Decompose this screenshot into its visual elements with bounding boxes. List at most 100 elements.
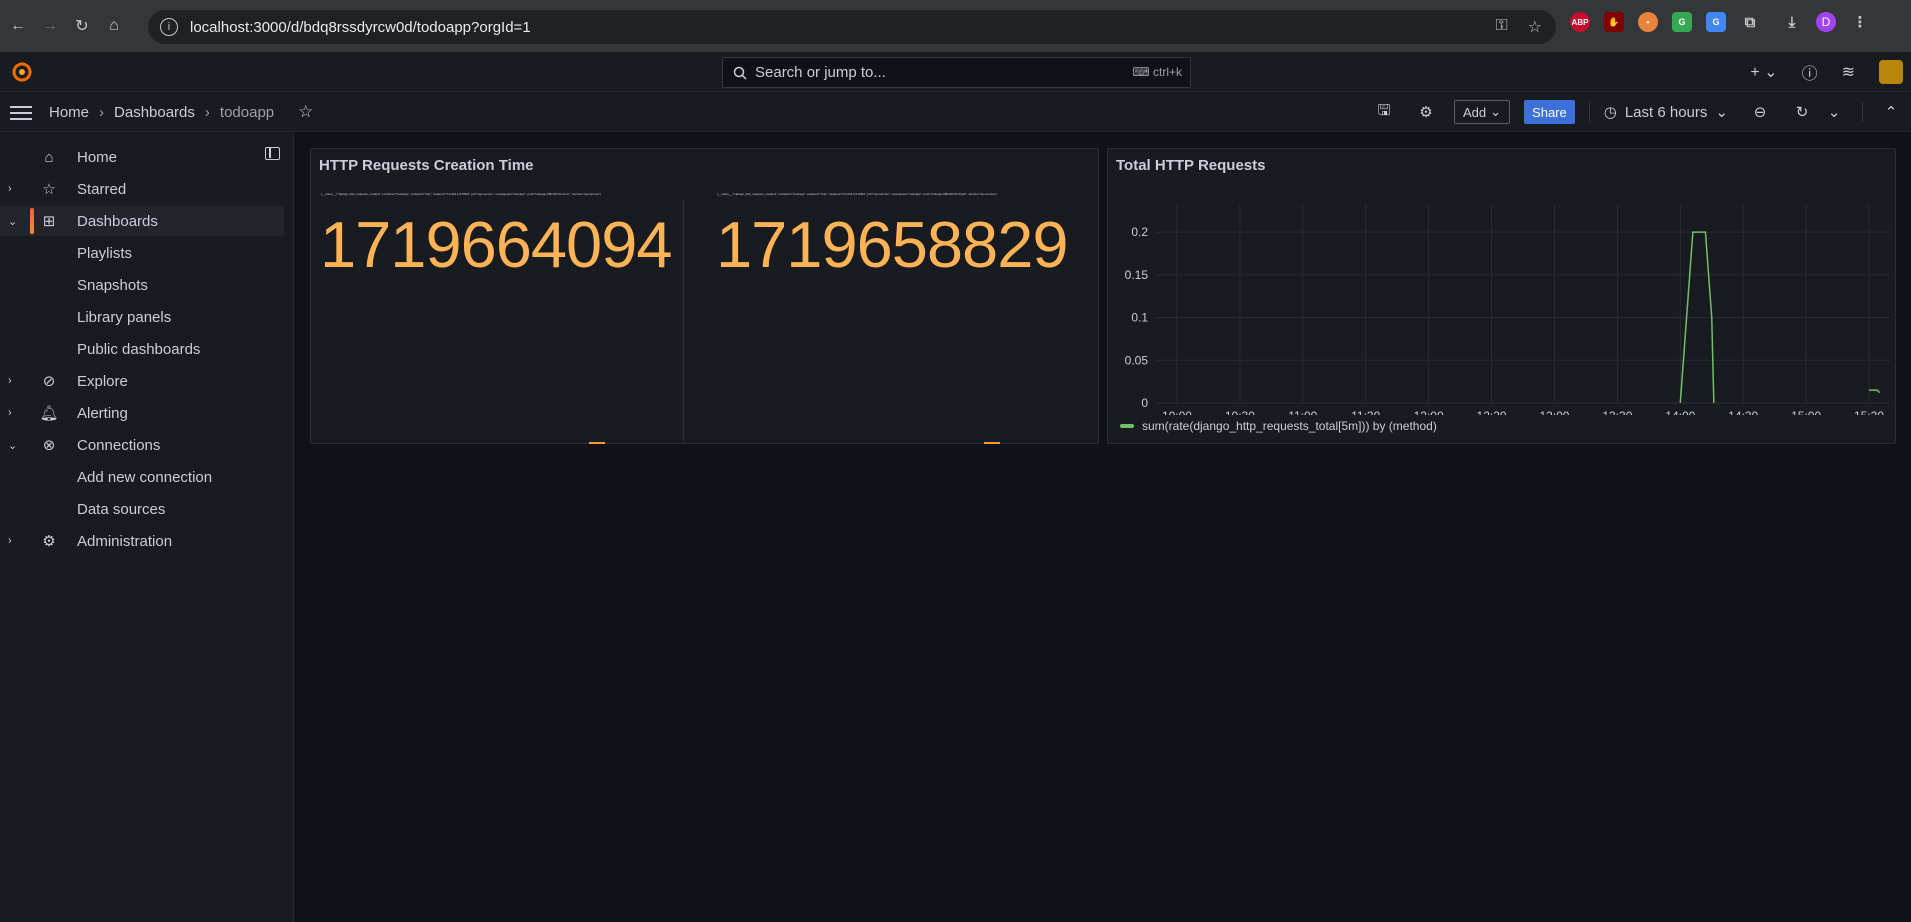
stat-series-label: {__name__="django_http_requests_created"… xyxy=(717,192,998,196)
user-avatar[interactable] xyxy=(1879,60,1903,84)
legend-label: sum(rate(django_http_requests_total[5m])… xyxy=(1142,419,1437,433)
sidebar-item-label: Snapshots xyxy=(77,276,148,294)
collapse-chevron-up-icon[interactable]: ⌃ xyxy=(1877,98,1905,126)
x-tick-label: 12:30 xyxy=(1477,409,1507,415)
download-icon[interactable]: ⤓ xyxy=(1782,12,1802,32)
grafana-top-nav: Search or jump to... ⌨ ctrl+k + ⌄ ⓘ ≋ xyxy=(0,52,1911,92)
sidebar-item-label: Home xyxy=(77,148,118,166)
search-input[interactable]: Search or jump to... ⌨ ctrl+k xyxy=(722,57,1191,88)
key-icon[interactable]: ⚿ xyxy=(1495,17,1507,37)
save-icon[interactable]: 🖫 xyxy=(1370,98,1398,126)
new-plus-icon[interactable]: + ⌄ xyxy=(1750,62,1777,82)
zoom-out-icon[interactable]: ⊖ xyxy=(1746,98,1774,126)
chevron-down-icon: ⌄ xyxy=(1490,104,1502,119)
sidebar-item-label: Alerting xyxy=(77,404,128,422)
panel-title[interactable]: Total HTTP Requests xyxy=(1116,157,1265,174)
time-range-label: Last 6 hours xyxy=(1624,103,1708,121)
refresh-icon[interactable]: ↻ xyxy=(1788,98,1816,126)
clock-icon: ◷ xyxy=(1603,104,1617,121)
menu-kebab-icon[interactable]: ⋮ xyxy=(1850,12,1870,32)
sidebar-item-dashboards[interactable]: ⌄ ⊞ Dashboards xyxy=(0,206,284,236)
sidebar-item-label: Starred xyxy=(77,180,127,198)
timeseries-panel[interactable]: Total HTTP Requests 0 0.05 0.1 0.15 0.2 10:00… xyxy=(1107,148,1896,444)
chevron-right-icon: › xyxy=(99,103,105,121)
url-text[interactable]: localhost:3000/d/bdq8rssdyrcw0d/todoapp?… xyxy=(190,19,531,36)
sidebar-item-administration[interactable]: › ⚙ Administration xyxy=(0,526,294,556)
search-shortcut: ⌨ ctrl+k xyxy=(1132,65,1182,79)
search-placeholder: Search or jump to... xyxy=(755,64,886,81)
y-tick-label: 0.1 xyxy=(1131,311,1148,325)
chart-area[interactable]: 0 0.05 0.1 0.15 0.2 10:00 10:30 11:00 11:30 12:00… xyxy=(1108,185,1897,423)
browser-toolbar: ← → ↻ ⌂ i localhost:3000/d/bdq8rssdyrcw0… xyxy=(0,0,1911,52)
address-bar[interactable]: i localhost:3000/d/bdq8rssdyrcw0d/todoap… xyxy=(148,10,1556,44)
sidebar-item-snapshots[interactable]: Snapshots xyxy=(0,270,294,300)
breadcrumb-home[interactable]: Home xyxy=(49,104,89,121)
translate-extension-icon[interactable]: G xyxy=(1706,12,1726,32)
add-button[interactable]: Add ⌄ xyxy=(1454,100,1511,124)
menu-icon[interactable] xyxy=(10,102,32,122)
sidebar-item-data-sources[interactable]: Data sources xyxy=(0,494,294,524)
sidebar-item-connections[interactable]: ⌄ ⊗ Connections xyxy=(0,430,294,460)
panel-title[interactable]: HTTP Requests Creation Time xyxy=(319,157,534,174)
link-icon: ⊗ xyxy=(42,437,56,454)
share-button[interactable]: Share xyxy=(1524,100,1575,124)
chevron-right-icon[interactable]: › xyxy=(8,535,12,547)
puzzle-icon[interactable]: ⧉ xyxy=(1740,12,1760,32)
sidebar-item-add-new-connection[interactable]: Add new connection xyxy=(0,462,294,492)
google-extension-icon[interactable]: G xyxy=(1672,12,1692,32)
grafana-logo-icon[interactable] xyxy=(10,60,34,84)
toolbar-divider xyxy=(1588,102,1590,122)
sidebar-item-explore[interactable]: › ⊘ Explore xyxy=(0,366,294,396)
chevron-right-icon[interactable]: › xyxy=(8,407,12,419)
chart-legend[interactable]: sum(rate(django_http_requests_total[5m])… xyxy=(1120,419,1437,433)
reload-icon[interactable]: ↻ xyxy=(68,12,96,40)
settings-gear-icon[interactable]: ⚙ xyxy=(1412,98,1440,126)
profile-avatar[interactable]: D xyxy=(1816,12,1836,32)
x-tick-label: 13:30 xyxy=(1602,409,1632,415)
chart[interactable]: 0 0.05 0.1 0.15 0.2 10:00 10:30 11:00 11:30 12:00… xyxy=(1108,185,1897,423)
legend-swatch xyxy=(1120,424,1134,428)
y-tick-label: 0.05 xyxy=(1125,353,1149,367)
refresh-interval-chevron-icon[interactable]: ⌄ xyxy=(1820,98,1848,126)
x-tick-label: 10:00 xyxy=(1162,409,1192,415)
abp-extension-icon[interactable]: ABP xyxy=(1570,12,1590,32)
stat-panel[interactable]: HTTP Requests Creation Time {__name__="d… xyxy=(310,148,1099,444)
chevron-down-icon[interactable]: ⌄ xyxy=(8,215,17,228)
home-browser-icon[interactable]: ⌂ xyxy=(100,12,128,40)
time-range-picker[interactable]: ◷ Last 6 hours ⌄ xyxy=(1603,103,1728,122)
sidebar-item-starred[interactable]: › ☆ Starred xyxy=(0,174,294,204)
x-tick-label: 11:00 xyxy=(1288,409,1317,415)
bookmark-star-icon[interactable]: ☆ xyxy=(1528,17,1542,37)
sidebar-item-label: Library panels xyxy=(77,308,172,326)
compass-icon: ⊘ xyxy=(42,373,56,390)
news-rss-icon[interactable]: ≋ xyxy=(1842,62,1855,82)
sidebar-item-label: Data sources xyxy=(77,500,166,518)
chevron-right-icon[interactable]: › xyxy=(8,183,12,195)
x-tick-label: 12:00 xyxy=(1414,409,1444,415)
stat-item: {__name__="django_http_requests_created"… xyxy=(707,189,1097,445)
sidebar-item-alerting[interactable]: › 🔔︎ Alerting xyxy=(0,398,294,428)
add-button-label: Add xyxy=(1463,104,1487,120)
sidebar-item-label: Add new connection xyxy=(77,468,213,486)
sidebar-item-library-panels[interactable]: Library panels xyxy=(0,302,294,332)
chevron-down-icon[interactable]: ⌄ xyxy=(8,439,17,452)
stat-sparkline xyxy=(984,442,1000,444)
favorite-star-icon[interactable]: ☆ xyxy=(298,102,313,122)
stat-item: {__name__="django_http_requests_created"… xyxy=(311,189,683,445)
apps-grid-icon: ⊞ xyxy=(42,213,56,230)
sidebar-item-home[interactable]: ⌂ Home xyxy=(0,142,294,172)
ublock-extension-icon[interactable]: ✋ xyxy=(1604,12,1624,32)
forward-icon[interactable]: → xyxy=(36,12,64,40)
help-icon[interactable]: ⓘ xyxy=(1802,60,1818,84)
sidebar-item-public-dashboards[interactable]: Public dashboards xyxy=(0,334,294,364)
site-info-icon[interactable]: i xyxy=(160,18,178,36)
extension-icon[interactable]: • xyxy=(1638,12,1658,32)
back-icon[interactable]: ← xyxy=(4,12,32,40)
breadcrumb-dashboards[interactable]: Dashboards xyxy=(114,104,195,121)
chevron-right-icon[interactable]: › xyxy=(8,375,12,387)
sidebar-item-playlists[interactable]: Playlists xyxy=(0,238,294,268)
dashboard-toolbar: Home › Dashboards › todoapp ☆ 🖫 ⚙ Add ⌄ S… xyxy=(0,92,1911,132)
toolbar-divider xyxy=(1861,102,1863,122)
sidebar-item-label: Administration xyxy=(77,532,173,550)
x-tick-label: 14:30 xyxy=(1728,409,1758,415)
